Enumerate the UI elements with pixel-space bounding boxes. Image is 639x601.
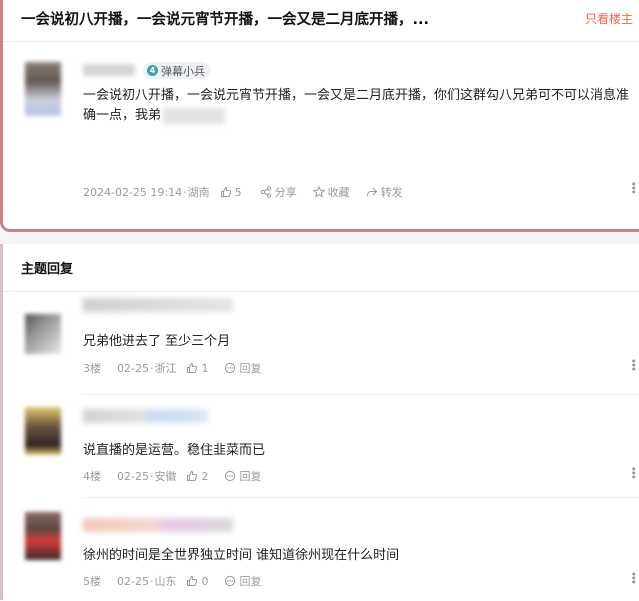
reply-item: 兄弟他进去了 至少三个月 3楼 02-25 · 浙江 1 回复 • • •: [3, 292, 639, 395]
comment-icon: [225, 362, 236, 374]
meta-sep: ·: [183, 185, 187, 199]
username-blurred[interactable]: [83, 409, 208, 423]
meta-sep: ·: [149, 361, 154, 375]
thumbs-up-icon: [187, 575, 198, 586]
reply-label: 回复: [239, 362, 262, 375]
level-icon: 4: [147, 65, 158, 76]
floor-number: 5楼: [83, 575, 101, 588]
replies-section: 主题回复 兄弟他进去了 至少三个月 3楼 02-25 · 浙江 1 回复 • • •…: [0, 244, 639, 600]
reply-date: 02-25: [117, 574, 149, 588]
username-blurred[interactable]: [83, 518, 233, 532]
reply-meta: 4楼 02-25 · 安徽 2 回复: [83, 468, 261, 484]
like-button[interactable]: 2: [186, 470, 208, 483]
like-count: 5: [234, 185, 242, 199]
reply-label: 回复: [239, 575, 262, 588]
reply-location: 山东: [154, 575, 177, 588]
share-label: 分享: [274, 186, 297, 199]
username-blurred[interactable]: [83, 64, 135, 76]
reply-item: 徐州的时间是全世界独立时间 谁知道徐州现在什么时间 5楼 02-25 · 山东 …: [3, 498, 639, 601]
reply-content: 徐州的时间是全世界独立时间 谁知道徐州现在什么时间: [83, 548, 400, 563]
blurred-text: [163, 107, 226, 124]
reply-date: 02-25: [117, 361, 149, 375]
forward-button[interactable]: 转发: [366, 184, 403, 200]
post-date: 2024-02-25 19:14: [83, 185, 183, 199]
reply-date: 02-25: [117, 469, 149, 483]
divider: [3, 41, 639, 42]
reply-label: 回复: [239, 470, 262, 483]
thread-title: 一会说初八开播，一会说元宵节开播，一会又是二月底开播，...: [21, 12, 430, 28]
badge-label: 弹幕小兵: [161, 64, 205, 78]
meta-sep: ·: [149, 574, 154, 588]
avatar[interactable]: [25, 314, 61, 354]
avatar[interactable]: [25, 62, 61, 116]
like-button[interactable]: 5: [220, 186, 242, 199]
post-location: 湖南: [187, 186, 210, 199]
share-icon: [260, 186, 271, 198]
more-icon[interactable]: • • •: [631, 569, 638, 588]
thumbs-up-icon: [187, 470, 198, 481]
more-icon[interactable]: • • •: [631, 464, 638, 483]
floor-number: 3楼: [83, 362, 101, 375]
comment-icon: [225, 470, 236, 482]
floor-number: 4楼: [83, 470, 101, 483]
reply-button[interactable]: 回复: [224, 468, 261, 484]
thumbs-up-icon: [187, 362, 198, 373]
like-button[interactable]: 1: [186, 362, 208, 375]
like-button[interactable]: 0: [186, 575, 208, 588]
reply-location: 浙江: [154, 362, 177, 375]
thumbs-up-icon: [220, 186, 231, 197]
level-badge: 4 弹幕小兵: [143, 62, 211, 79]
collect-label: 收藏: [327, 186, 350, 199]
reply-content: 说直播的是运营。稳住韭菜而已: [83, 443, 266, 458]
reply-button[interactable]: 回复: [224, 573, 261, 589]
avatar[interactable]: [25, 512, 61, 560]
post-content: 一会说初八开播，一会说元宵节开播，一会又是二月底开播，你们这群勾八兄弟可不可以消…: [83, 86, 639, 126]
op-post-card: 一会说初八开播，一会说元宵节开播，一会又是二月底开播，... 只看楼主 4 弹幕…: [0, 0, 639, 232]
divider: [0, 232, 639, 244]
star-icon: [312, 186, 325, 198]
reply-meta: 3楼 02-25 · 浙江 1 回复: [83, 360, 261, 376]
reply-meta: 5楼 02-25 · 山东 0 回复: [83, 573, 261, 589]
meta-sep: ·: [149, 469, 154, 483]
reply-content: 兄弟他进去了 至少三个月: [83, 334, 231, 349]
username-blurred[interactable]: [83, 298, 233, 312]
forward-label: 转发: [380, 186, 403, 199]
only-op-button[interactable]: 只看楼主: [583, 10, 635, 27]
like-count: 1: [201, 361, 209, 375]
like-count: 0: [201, 574, 209, 588]
more-icon[interactable]: • • •: [631, 179, 638, 198]
comment-icon: [225, 575, 236, 587]
section-title: 主题回复: [21, 262, 74, 277]
reply-button[interactable]: 回复: [224, 360, 261, 376]
like-count: 2: [201, 469, 209, 483]
collect-button[interactable]: 收藏: [312, 184, 350, 200]
post-meta: 2024-02-25 19:14 · 湖南 5 分享 收藏 转发: [83, 184, 403, 200]
forward-icon: [366, 187, 377, 197]
reply-item: 说直播的是运营。稳住韭菜而已 4楼 02-25 · 安徽 2 回复 • • •: [3, 395, 639, 498]
reply-location: 安徽: [154, 470, 177, 483]
more-icon[interactable]: • • •: [631, 356, 638, 375]
avatar[interactable]: [25, 407, 61, 455]
share-button[interactable]: 分享: [260, 184, 297, 200]
